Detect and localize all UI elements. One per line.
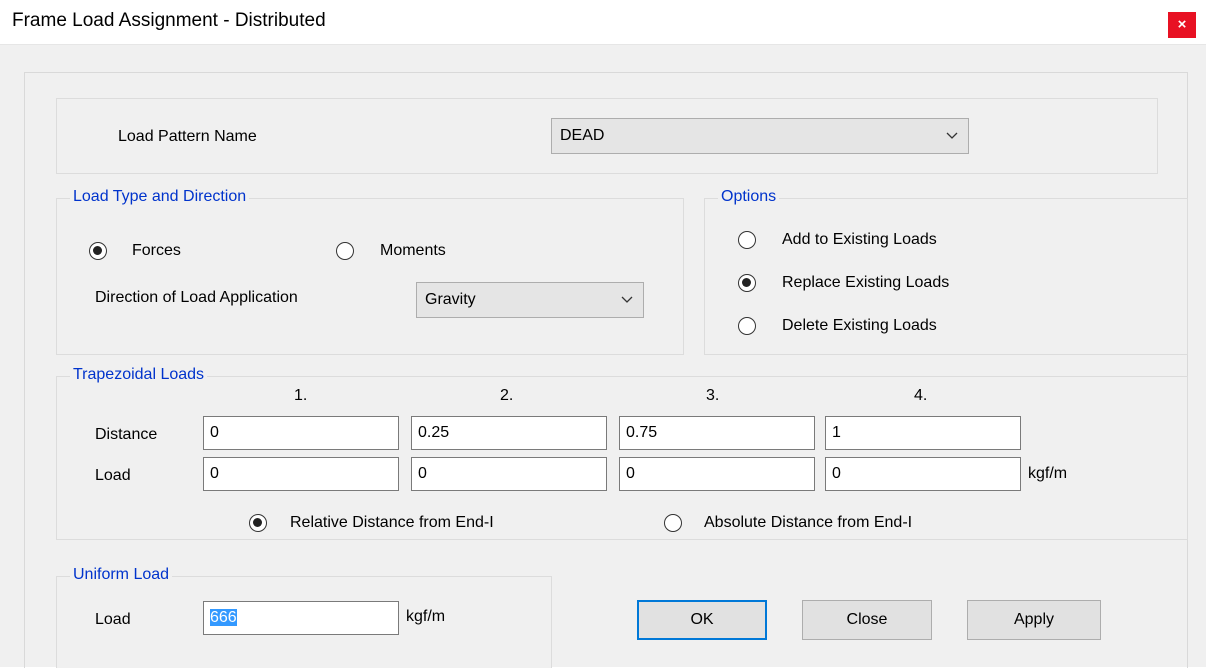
column-header-1: 1. [294, 387, 308, 404]
add-existing-label: Add to Existing Loads [782, 231, 937, 248]
forces-label: Forces [132, 242, 181, 259]
direction-value: Gravity [425, 291, 476, 308]
distance-4-input[interactable] [825, 416, 1021, 450]
relative-distance-label: Relative Distance from End-I [290, 514, 494, 531]
options-legend: Options [718, 188, 780, 206]
column-header-3: 3. [706, 387, 720, 404]
close-window-button[interactable]: × [1168, 12, 1196, 38]
window-title: Frame Load Assignment - Distributed [12, 10, 326, 31]
delete-existing-radio[interactable] [738, 317, 756, 335]
distance-2-input[interactable] [411, 416, 607, 450]
relative-distance-radio[interactable] [249, 514, 267, 532]
uniform-load-label: Load [95, 611, 131, 628]
absolute-distance-label: Absolute Distance from End-I [704, 514, 913, 531]
load-pattern-label: Load Pattern Name [118, 128, 257, 145]
close-button[interactable]: Close [802, 600, 932, 640]
uniform-load-value: 666 [210, 609, 237, 626]
load-1-input[interactable] [203, 457, 399, 491]
distance-1-input[interactable] [203, 416, 399, 450]
uniform-unit-label: kgf/m [406, 608, 446, 625]
direction-select[interactable]: Gravity [416, 282, 644, 318]
load-pattern-select[interactable]: DEAD [551, 118, 969, 154]
chevron-down-icon [946, 119, 958, 153]
moments-radio[interactable] [336, 242, 354, 260]
ok-button[interactable]: OK [637, 600, 767, 640]
add-existing-radio[interactable] [738, 231, 756, 249]
apply-button[interactable]: Apply [967, 600, 1101, 640]
uniform-load-legend: Uniform Load [70, 566, 173, 584]
trapezoidal-legend: Trapezoidal Loads [70, 366, 208, 384]
replace-existing-radio[interactable] [738, 274, 756, 292]
load-2-input[interactable] [411, 457, 607, 491]
load-label: Load [95, 467, 131, 484]
load-4-input[interactable] [825, 457, 1021, 491]
moments-label: Moments [380, 242, 446, 259]
column-header-4: 4. [914, 387, 928, 404]
direction-label: Direction of Load Application [95, 289, 298, 306]
delete-existing-label: Delete Existing Loads [782, 317, 937, 334]
replace-existing-label: Replace Existing Loads [782, 274, 950, 291]
forces-radio[interactable] [89, 242, 107, 260]
uniform-load-input[interactable]: 666 [203, 601, 399, 635]
load-pattern-value: DEAD [560, 127, 605, 144]
load-3-input[interactable] [619, 457, 815, 491]
load-type-legend: Load Type and Direction [70, 188, 250, 206]
load-type-group [56, 198, 684, 355]
distance-3-input[interactable] [619, 416, 815, 450]
chevron-down-icon [621, 283, 633, 317]
column-header-2: 2. [500, 387, 514, 404]
trapezoidal-unit-label: kgf/m [1028, 465, 1068, 482]
distance-label: Distance [95, 426, 158, 443]
absolute-distance-radio[interactable] [664, 514, 682, 532]
